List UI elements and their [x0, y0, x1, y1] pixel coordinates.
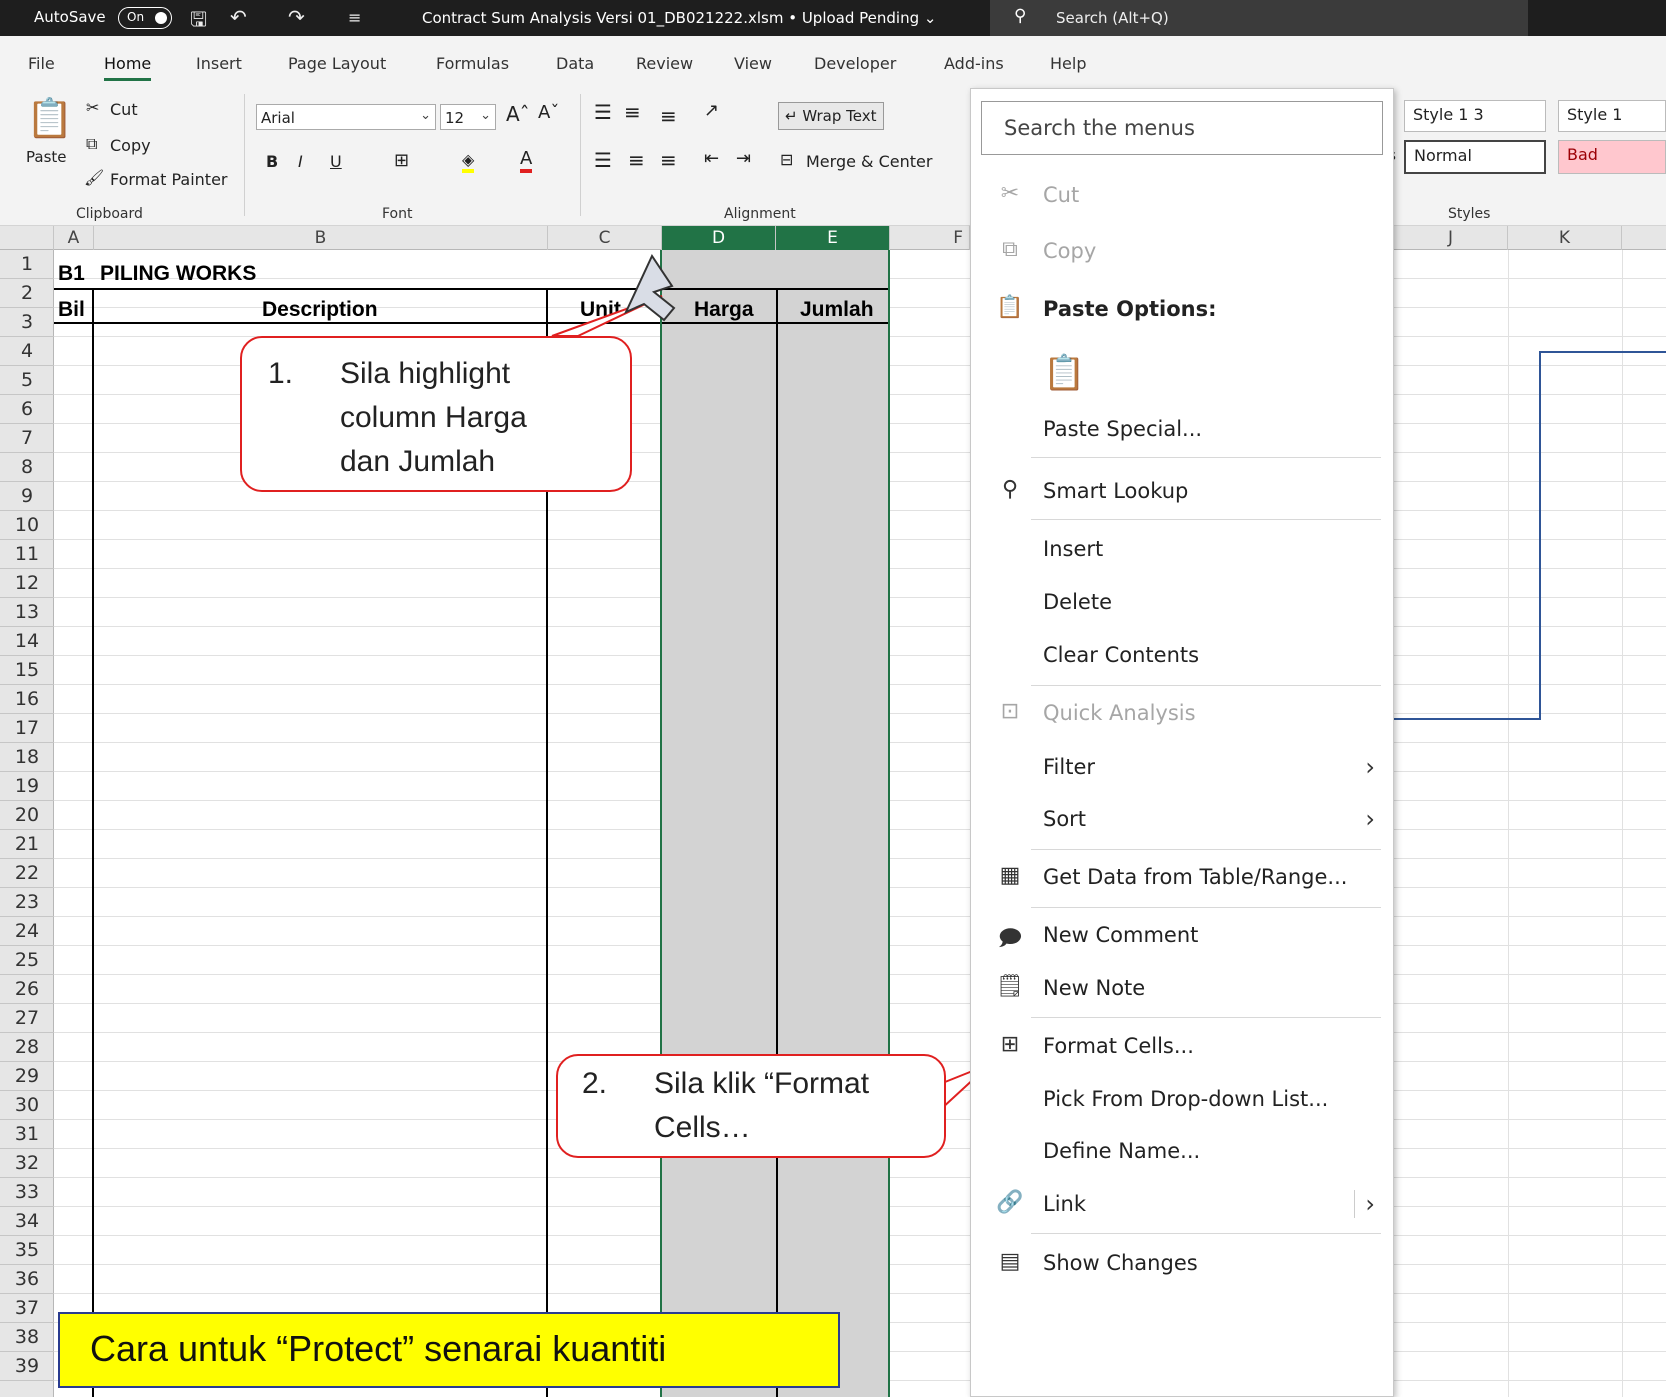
menu-item-paste-special[interactable]: Paste Special... — [971, 407, 1395, 453]
menu-item-quick-analysis[interactable]: ⊡ Quick Analysis — [971, 691, 1395, 737]
show-changes-icon: ▤ — [999, 1249, 1021, 1274]
menu-item-show-changes[interactable]: ▤ Show Changes — [971, 1241, 1395, 1287]
menu-item-clear-contents-label: Clear Contents — [1043, 643, 1200, 667]
menu-item-copy[interactable]: ⧉ Copy — [971, 229, 1395, 275]
menu-item-sort-label: Sort — [1043, 807, 1087, 831]
menu-item-link-label: Link — [1043, 1192, 1087, 1216]
menu-item-filter[interactable]: Filter › — [971, 745, 1395, 791]
menu-item-smart-lookup[interactable]: ⚲ Smart Lookup — [971, 469, 1395, 515]
menu-item-new-comment-label: New Comment — [1043, 923, 1199, 947]
copy-icon: ⧉ — [1002, 237, 1018, 262]
menu-item-define-name[interactable]: Define Name... — [971, 1129, 1395, 1175]
new-note-icon: 🗒 — [996, 974, 1024, 999]
menu-item-cut[interactable]: ✂ Cut — [971, 173, 1395, 219]
callout-step-2: 2. Sila klik “Format Cells… — [556, 1054, 946, 1158]
menu-item-link[interactable]: 🔗 Link › — [971, 1182, 1395, 1228]
new-comment-icon: 🗩 — [997, 926, 1023, 951]
menu-item-insert-label: Insert — [1043, 537, 1104, 561]
callout-1-number: 1. — [268, 357, 294, 390]
submenu-arrow-icon: › — [1365, 753, 1375, 781]
paste-clipboard-icon: 📋 — [1043, 353, 1086, 393]
menu-item-smart-lookup-label: Smart Lookup — [1043, 479, 1189, 503]
smart-lookup-icon: ⚲ — [1001, 477, 1019, 502]
menu-item-paste-special-label: Paste Special... — [1043, 417, 1203, 441]
menu-item-clear-contents[interactable]: Clear Contents — [971, 633, 1395, 679]
quick-analysis-icon: ⊡ — [1000, 699, 1020, 724]
format-cells-icon: ⊞ — [1000, 1032, 1020, 1057]
callout-1-line-1: Sila highlight — [340, 357, 511, 390]
context-menu-search[interactable]: Search the menus — [981, 101, 1383, 155]
menu-item-new-note[interactable]: 🗒 New Note — [971, 966, 1395, 1012]
link-icon: 🔗 — [996, 1190, 1024, 1215]
menu-item-delete-label: Delete — [1043, 590, 1112, 614]
annotation-overlay — [551, 253, 1666, 1120]
menu-item-pick-list-label: Pick From Drop-down List... — [1043, 1087, 1329, 1111]
paste-options-label: Paste Options: — [1043, 297, 1217, 321]
callout-2-line-2: Cells… — [654, 1111, 751, 1144]
paste-option-default[interactable]: 📋 — [971, 345, 1395, 401]
menu-item-pick-list[interactable]: Pick From Drop-down List... — [971, 1077, 1395, 1123]
menu-item-filter-label: Filter — [1043, 755, 1096, 779]
menu-item-show-changes-label: Show Changes — [1043, 1251, 1198, 1275]
menu-item-sort[interactable]: Sort › — [971, 797, 1395, 843]
menu-item-quick-analysis-label: Quick Analysis — [1043, 701, 1196, 725]
table-icon: ▦ — [999, 863, 1021, 888]
cut-icon: ✂ — [1000, 181, 1020, 206]
menu-paste-options-header: 📋 Paste Options: — [971, 287, 1395, 333]
menu-item-new-comment[interactable]: 🗩 New Comment — [971, 913, 1395, 959]
submenu-arrow-icon: › — [1365, 805, 1375, 833]
callout-1-line-3: dan Jumlah — [340, 445, 496, 478]
instruction-banner: Cara untuk “Protect” senarai kuantiti — [58, 1312, 840, 1388]
menu-item-get-data[interactable]: ▦ Get Data from Table/Range... — [971, 855, 1395, 901]
menu-item-insert[interactable]: Insert — [971, 527, 1395, 573]
context-menu: Search the menus ✂ Cut ⧉ Copy 📋 Paste Op… — [970, 88, 1394, 1397]
menu-item-new-note-label: New Note — [1043, 976, 1146, 1000]
menu-item-format-cells[interactable]: ⊞ Format Cells... — [971, 1024, 1395, 1070]
callout-1-line-2: column Harga — [340, 401, 527, 434]
menu-item-cut-label: Cut — [1043, 183, 1080, 207]
connector-line — [1394, 351, 1666, 720]
paste-icon: 📋 — [996, 295, 1024, 320]
callout-2-line-1: Sila klik “Format — [654, 1067, 870, 1100]
callout-2-number: 2. — [582, 1067, 608, 1100]
menu-item-format-cells-label: Format Cells... — [1043, 1034, 1194, 1058]
submenu-arrow-icon[interactable]: › — [1354, 1190, 1375, 1218]
callout-step-1: 1. Sila highlight column Harga dan Jumla… — [240, 336, 632, 492]
menu-item-define-name-label: Define Name... — [1043, 1139, 1201, 1163]
menu-item-get-data-label: Get Data from Table/Range... — [1043, 865, 1348, 889]
menu-item-copy-label: Copy — [1043, 239, 1097, 263]
menu-item-delete[interactable]: Delete — [971, 580, 1395, 626]
